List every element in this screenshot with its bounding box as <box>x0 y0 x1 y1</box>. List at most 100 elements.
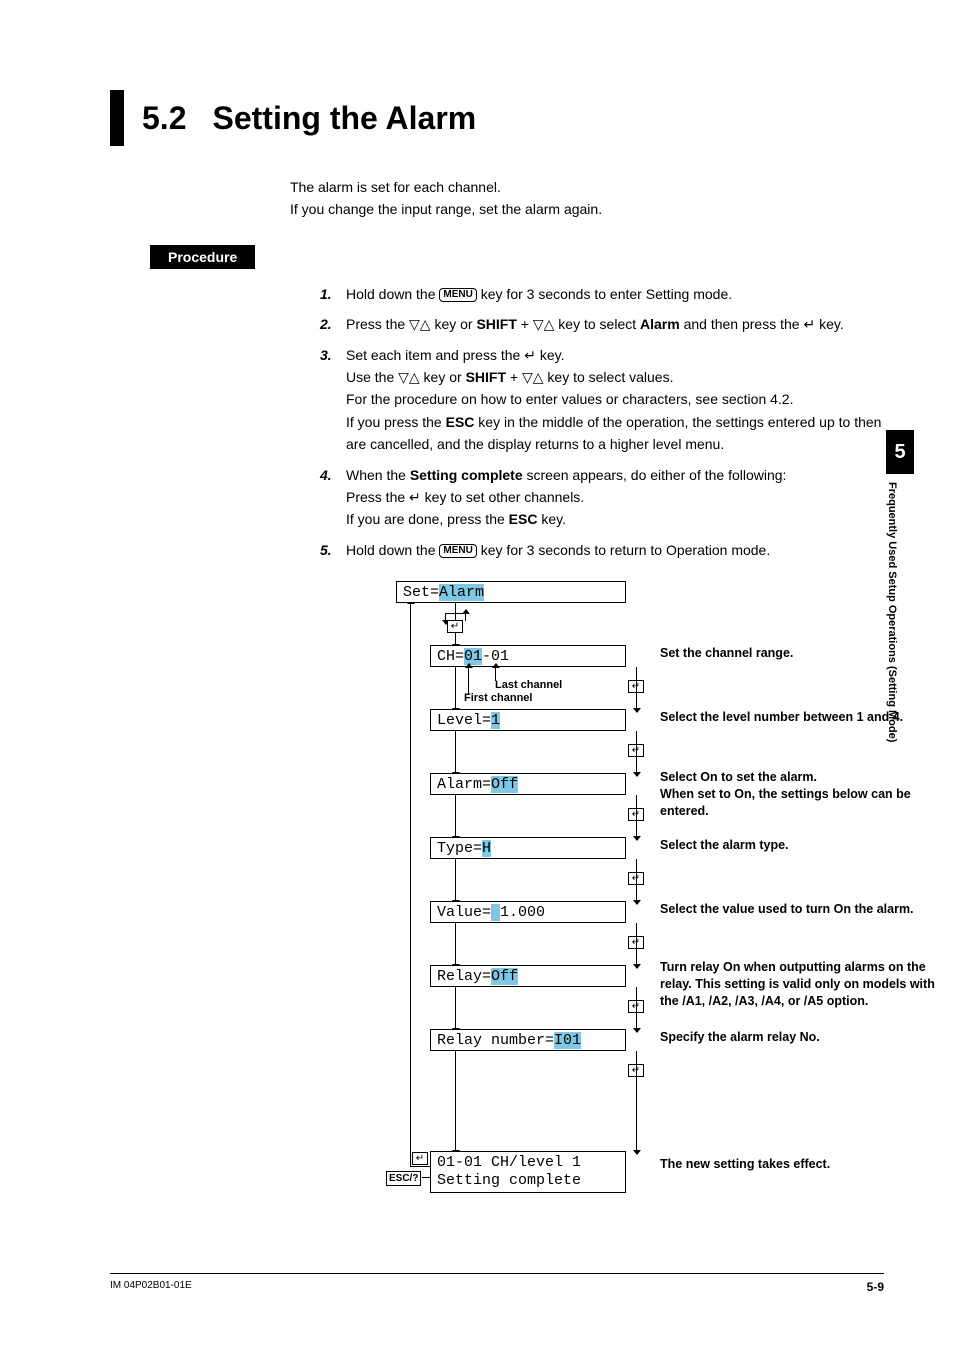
lcd-text: Alarm= <box>437 776 491 793</box>
side-tab: 5 Frequently Used Setup Operations (Sett… <box>886 430 914 834</box>
lcd-level: Level=1 <box>430 709 626 731</box>
step-2: 2. Press the ▽△ key or SHIFT + ▽△ key to… <box>320 313 884 335</box>
procedure-label: Procedure <box>150 245 255 269</box>
lcd-highlight: 1 <box>491 712 500 729</box>
flow-line <box>455 795 456 837</box>
lcd-type: Type=H <box>430 837 626 859</box>
step-text: key. <box>815 316 844 332</box>
flow-line <box>455 667 456 709</box>
lcd-text: Level= <box>437 712 491 729</box>
lcd-highlight <box>491 904 500 921</box>
step-text: and then press the <box>680 316 804 332</box>
step-text: key. <box>536 347 565 363</box>
flow-line <box>445 613 446 621</box>
step-number: 2. <box>320 313 346 335</box>
shift-label: SHIFT <box>476 316 516 332</box>
lcd-highlight: Alarm <box>439 584 484 601</box>
flow-line <box>455 923 456 965</box>
lcd-text: Value= <box>437 904 491 921</box>
page-footer: IM 04P02B01-01E 5-9 <box>110 1273 884 1294</box>
footer-page-number: 5-9 <box>867 1280 884 1294</box>
intro-line: The alarm is set for each channel. <box>290 176 884 198</box>
enter-key-icon: ↵ <box>803 316 815 332</box>
step-text: Use the ▽△ key or <box>346 369 466 385</box>
flow-line <box>455 1051 456 1151</box>
first-channel-label: First channel <box>464 692 532 704</box>
step-text: Set each item and press the <box>346 347 524 363</box>
last-channel-label: Last channel <box>495 679 562 691</box>
section-title: 5.2 Setting the Alarm <box>110 90 884 146</box>
flow-line <box>636 987 637 1029</box>
side-tab-number: 5 <box>886 430 914 474</box>
lcd-complete-line1: 01-01 CH/level 1 <box>437 1154 619 1172</box>
footer-doc-id: IM 04P02B01-01E <box>110 1280 192 1294</box>
step-text: Hold down the <box>346 286 439 302</box>
flow-line <box>468 675 469 695</box>
enter-icon: ↵ <box>447 620 463 633</box>
flow-line <box>410 1166 430 1167</box>
step-text: Press the ▽△ key or <box>346 316 476 332</box>
esc-label: ESC <box>509 511 538 527</box>
lcd-text: Set= <box>403 584 439 601</box>
step-number: 3. <box>320 344 346 456</box>
shift-label: SHIFT <box>466 369 506 385</box>
flow-line <box>468 667 469 675</box>
step-text: screen appears, do either of the followi… <box>523 467 787 483</box>
flow-line <box>636 859 637 901</box>
step-number: 1. <box>320 283 346 305</box>
setting-complete-label: Setting complete <box>410 467 523 483</box>
lcd-highlight: Off <box>491 776 518 793</box>
annotation-value: Select the value used to turn On the ala… <box>660 901 950 918</box>
flow-line <box>455 987 456 1029</box>
step-5: 5. Hold down the MENU key for 3 seconds … <box>320 539 884 561</box>
side-tab-text: Frequently Used Setup Operations (Settin… <box>886 474 898 834</box>
flow-line <box>636 1051 637 1151</box>
step-text: If you press the <box>346 414 446 430</box>
intro-text: The alarm is set for each channel. If yo… <box>290 176 884 221</box>
lcd-relay-number: Relay number=I01 <box>430 1029 626 1051</box>
step-text: key to set other channels. <box>421 489 584 505</box>
lcd-highlight: I01 <box>554 1032 581 1049</box>
flow-diagram: Set=Alarm ↵ CH=01-01 Set the channel ran… <box>290 581 940 1201</box>
lcd-text: Relay number= <box>437 1032 554 1049</box>
enter-icon: ↵ <box>412 1152 428 1165</box>
title-bar <box>110 90 124 146</box>
step-text: + ▽△ key to select <box>517 316 640 332</box>
flow-line <box>422 1177 430 1178</box>
steps-list: 1. Hold down the MENU key for 3 seconds … <box>320 283 884 561</box>
menu-key-icon: MENU <box>439 288 476 302</box>
step-text: + ▽△ key to select values. <box>506 369 673 385</box>
step-text: For the procedure on how to enter values… <box>346 391 793 407</box>
step-text: If you are done, press the <box>346 511 509 527</box>
lcd-text: Relay= <box>437 968 491 985</box>
section-heading: Setting the Alarm <box>212 100 476 137</box>
flow-line <box>410 603 411 1166</box>
flow-line <box>455 859 456 901</box>
enter-key-icon: ↵ <box>409 489 421 505</box>
step-text: key for 3 seconds to return to Operation… <box>477 542 770 558</box>
annotation-relay: Turn relay On when outputting alarms on … <box>660 959 950 1010</box>
annotation-type: Select the alarm type. <box>660 837 950 854</box>
lcd-text: 1.000 <box>500 904 545 921</box>
lcd-complete-line2: Setting complete <box>437 1172 619 1190</box>
step-text: Press the <box>346 489 409 505</box>
annotation-complete: The new setting takes effect. <box>660 1156 950 1173</box>
lcd-highlight: Off <box>491 968 518 985</box>
step-text: key. <box>537 511 566 527</box>
alarm-label: Alarm <box>640 316 680 332</box>
lcd-ch: CH=01-01 <box>430 645 626 667</box>
flow-line <box>636 923 637 965</box>
flow-line <box>636 795 637 837</box>
step-text: key for 3 seconds to enter Setting mode. <box>477 286 732 302</box>
lcd-text: Type= <box>437 840 482 857</box>
enter-key-icon: ↵ <box>524 347 536 363</box>
step-number: 4. <box>320 464 346 531</box>
intro-line: If you change the input range, set the a… <box>290 198 884 220</box>
lcd-alarm: Alarm=Off <box>430 773 626 795</box>
step-text: When the <box>346 467 410 483</box>
flow-line <box>636 731 637 773</box>
lcd-relay: Relay=Off <box>430 965 626 987</box>
step-3: 3. Set each item and press the ↵ key. Us… <box>320 344 884 456</box>
esc-label: ESC <box>446 414 475 430</box>
lcd-value: Value= 1.000 <box>430 901 626 923</box>
